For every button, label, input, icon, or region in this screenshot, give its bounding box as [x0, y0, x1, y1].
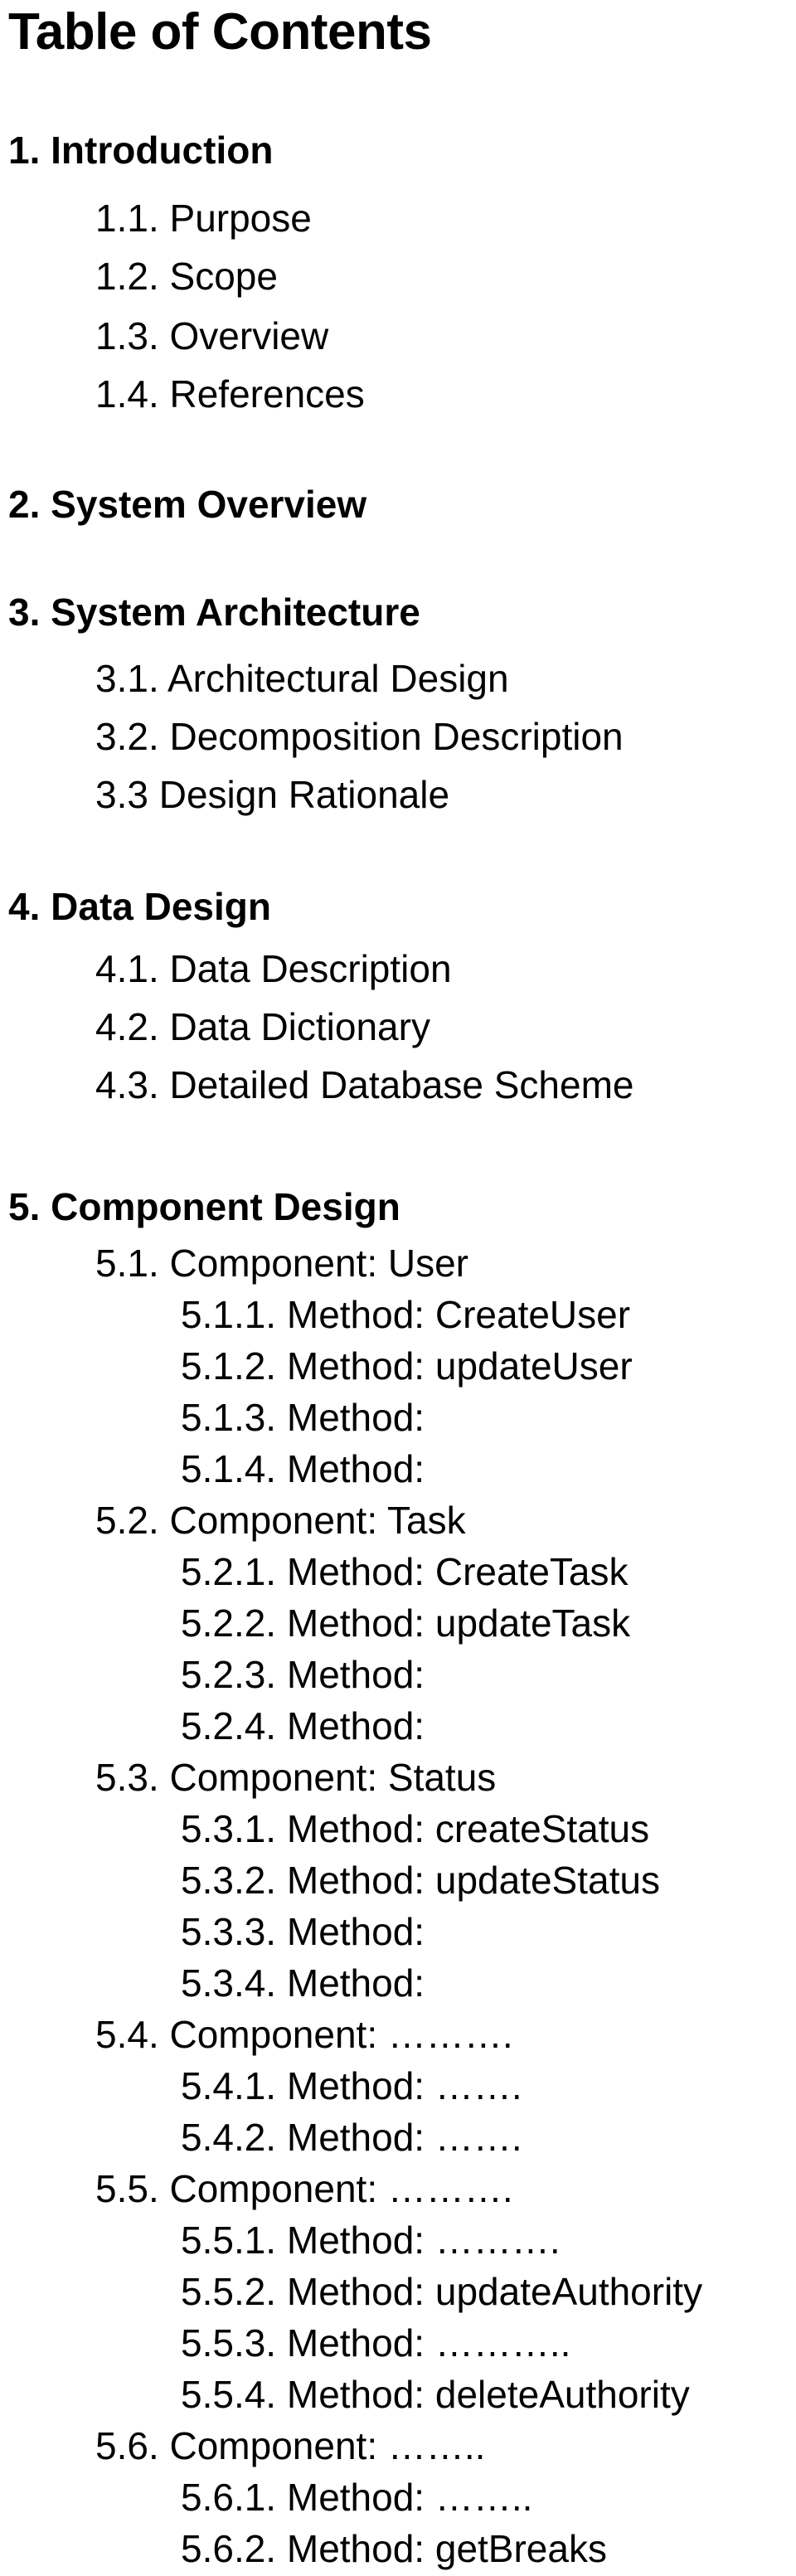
toc-method[interactable]: 5.5.1. Method: ……….: [181, 2221, 561, 2259]
toc-section[interactable]: 1. Introduction: [8, 131, 273, 169]
toc-subsection[interactable]: 5.3. Component: Status: [95, 1758, 496, 1796]
toc-method[interactable]: 5.2.2. Method: updateTask: [181, 1604, 630, 1642]
toc-method[interactable]: 5.6.1. Method: ……..: [181, 2478, 532, 2516]
toc-subsection[interactable]: 4.2. Data Dictionary: [95, 1008, 430, 1046]
toc-subsection[interactable]: 1.2. Scope: [95, 257, 278, 295]
toc-method[interactable]: 5.4.2. Method: …….: [181, 2118, 522, 2156]
toc-method[interactable]: 5.3.2. Method: updateStatus: [181, 1861, 660, 1899]
toc-method[interactable]: 5.6.2. Method: getBreaks: [181, 2530, 607, 2568]
toc-subsection[interactable]: 4.3. Detailed Database Scheme: [95, 1066, 634, 1104]
toc-method[interactable]: 5.2.4. Method:: [181, 1707, 425, 1745]
toc-subsection[interactable]: 5.6. Component: ……..: [95, 2427, 485, 2465]
toc-subsection[interactable]: 3.3 Design Rationale: [95, 775, 449, 814]
toc-subsection[interactable]: 5.5. Component: ……….: [95, 2170, 513, 2208]
toc-method[interactable]: 5.4.1. Method: …….: [181, 2067, 522, 2105]
page-title: Table of Contents: [8, 3, 432, 61]
toc-section[interactable]: 2. System Overview: [8, 485, 366, 523]
toc-subsection[interactable]: 1.4. References: [95, 375, 365, 413]
toc-method[interactable]: 5.5.2. Method: updateAuthority: [181, 2272, 702, 2311]
toc-subsection[interactable]: 3.2. Decomposition Description: [95, 717, 624, 756]
toc-subsection[interactable]: 1.3. Overview: [95, 317, 328, 355]
table-of-contents: Table of Contents 1. Introduction 1.1. Pu…: [0, 0, 796, 2576]
toc-method[interactable]: 5.3.3. Method:: [181, 1913, 425, 1951]
toc-section[interactable]: 5. Component Design: [8, 1188, 400, 1226]
toc-subsection[interactable]: 4.1. Data Description: [95, 950, 452, 988]
toc-method[interactable]: 5.1.1. Method: CreateUser: [181, 1295, 630, 1334]
toc-subsection[interactable]: 5.4. Component: ……….: [95, 2015, 513, 2054]
toc-method[interactable]: 5.3.1. Method: createStatus: [181, 1810, 649, 1848]
toc-subsection[interactable]: 5.1. Component: User: [95, 1244, 468, 1282]
toc-method[interactable]: 5.3.4. Method:: [181, 1964, 425, 2002]
toc-subsection[interactable]: 3.1. Architectural Design: [95, 659, 509, 697]
toc-section[interactable]: 3. System Architecture: [8, 593, 420, 631]
toc-subsection[interactable]: 1.1. Purpose: [95, 199, 312, 237]
toc-method[interactable]: 5.2.3. Method:: [181, 1655, 425, 1694]
toc-method[interactable]: 5.1.3. Method:: [181, 1398, 425, 1436]
toc-method[interactable]: 5.5.4. Method: deleteAuthority: [181, 2375, 690, 2413]
toc-subsection[interactable]: 5.2. Component: Task: [95, 1501, 466, 1539]
toc-section[interactable]: 4. Data Design: [8, 887, 271, 926]
toc-method[interactable]: 5.1.2. Method: updateUser: [181, 1347, 633, 1385]
toc-method[interactable]: 5.2.1. Method: CreateTask: [181, 1553, 629, 1591]
toc-method[interactable]: 5.1.4. Method:: [181, 1450, 425, 1488]
toc-method[interactable]: 5.5.3. Method: ………..: [181, 2324, 570, 2362]
